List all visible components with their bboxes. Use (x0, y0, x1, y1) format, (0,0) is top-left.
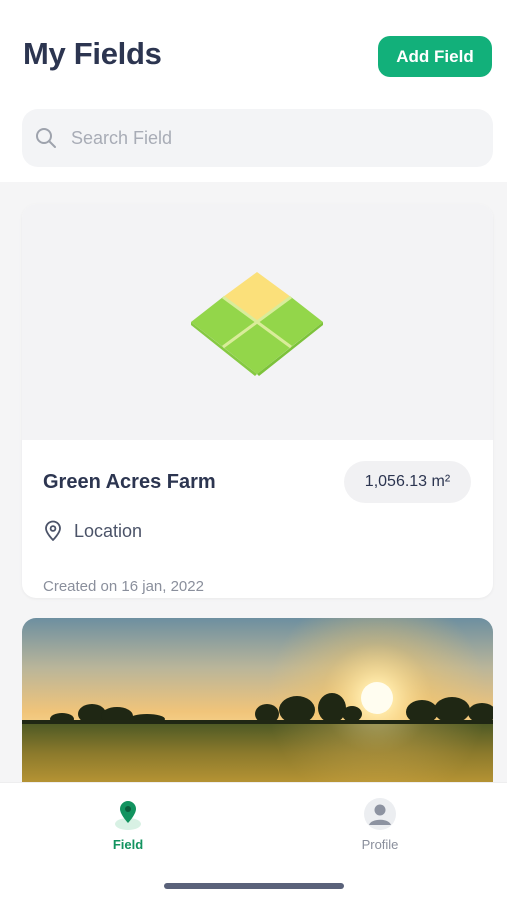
search-icon (35, 127, 57, 149)
location-row[interactable]: Location (43, 518, 142, 544)
home-indicator (164, 883, 344, 889)
field-plot-graphic (191, 272, 323, 376)
tab-field-label: Field (112, 837, 144, 852)
field-card[interactable]: Green Acres Farm 1,056.13 m² Location Cr… (22, 204, 493, 598)
header: My Fields Add Field (0, 0, 507, 182)
location-label: Location (74, 520, 143, 541)
location-pin-icon (43, 520, 63, 542)
add-field-button[interactable]: Add Field (378, 36, 492, 77)
user-avatar-icon (363, 797, 397, 831)
tab-field[interactable]: Field (73, 797, 183, 857)
created-date: Created on 16 jan, 2022 (43, 578, 204, 595)
wheat-field-sunset-photo (22, 618, 493, 782)
search-input[interactable] (71, 127, 451, 149)
field-name: Green Acres Farm (43, 471, 216, 493)
area-badge: 1,056.13 m² (344, 461, 471, 503)
field-list: Green Acres Farm 1,056.13 m² Location Cr… (0, 182, 507, 782)
map-pin-icon (111, 797, 145, 831)
field-thumbnail (22, 204, 493, 440)
tab-profile[interactable]: Profile (325, 797, 435, 857)
tab-profile-label: Profile (361, 837, 399, 852)
field-card[interactable] (22, 618, 493, 782)
search-bar[interactable] (22, 109, 493, 167)
page-title: My Fields (23, 36, 162, 71)
